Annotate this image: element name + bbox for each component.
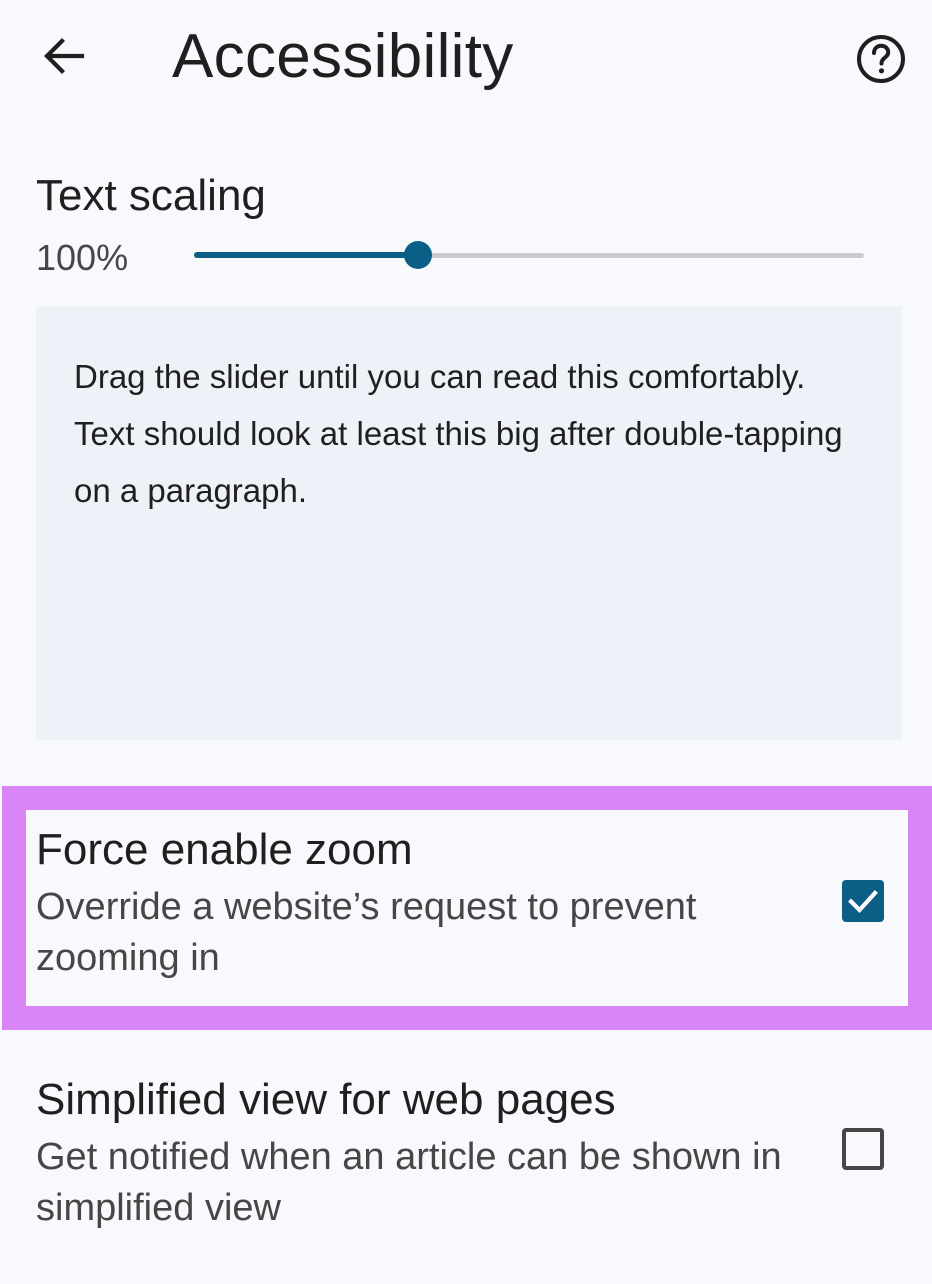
text-preview: Drag the slider until you can read this …	[74, 358, 843, 509]
text-preview-box: Drag the slider until you can read this …	[36, 306, 902, 740]
force-enable-zoom-row[interactable]: Force enable zoom Override a website’s r…	[0, 818, 932, 998]
pref-title: Force enable zoom	[36, 825, 413, 874]
pref-description: Override a website’s request to prevent …	[36, 886, 697, 979]
top-app-bar: Accessibility	[0, 0, 932, 118]
arrow-back-icon	[44, 38, 85, 74]
pref-title: Simplified view for web pages	[36, 1075, 616, 1124]
simplified-view-checkbox[interactable]	[842, 1128, 884, 1170]
slider-thumb[interactable]	[404, 241, 432, 269]
pref-description: Get notified when an article can be show…	[36, 1136, 782, 1229]
help-circle-icon	[857, 35, 905, 83]
slider-active-track	[194, 252, 418, 258]
simplified-view-row[interactable]: Simplified view for web pages Get notifi…	[0, 1068, 932, 1248]
page-title: Accessibility	[172, 22, 514, 91]
text-scaling-value: 100%	[36, 237, 129, 278]
text-scaling-title: Text scaling	[36, 171, 266, 220]
back-button[interactable]	[34, 26, 94, 86]
help-button[interactable]	[852, 30, 910, 88]
text-scaling-slider[interactable]	[194, 236, 864, 276]
check-icon	[848, 890, 878, 914]
force-enable-zoom-checkbox[interactable]	[842, 880, 884, 922]
